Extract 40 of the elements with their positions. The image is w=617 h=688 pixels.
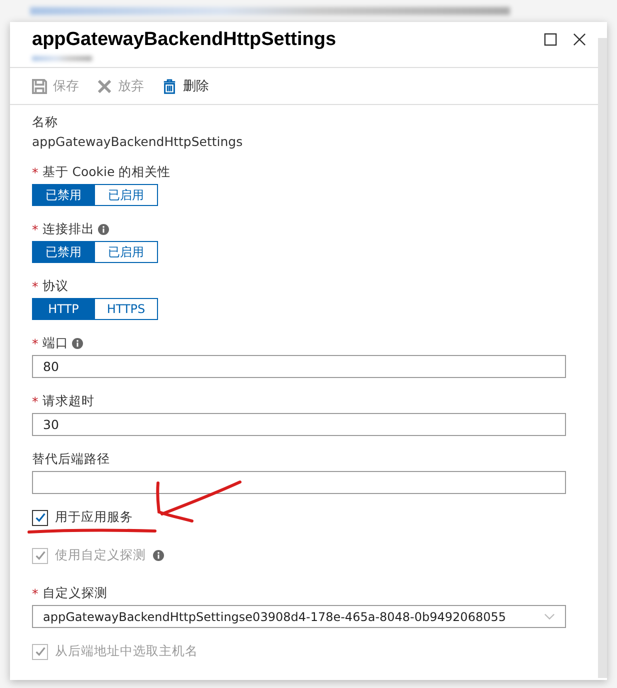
trash-icon [162, 78, 177, 94]
field-label: 连接排出 [42, 220, 94, 238]
input-field[interactable] [32, 471, 566, 494]
required-asterisk: * [32, 278, 38, 294]
toggle-option[interactable]: 已启用 [95, 184, 158, 206]
info-icon[interactable] [72, 338, 84, 348]
maximize-icon[interactable] [544, 33, 557, 46]
blurred-subtitle [32, 56, 92, 61]
scrollbar[interactable] [598, 38, 607, 678]
required-asterisk: * [32, 394, 38, 408]
info-icon[interactable] [98, 224, 110, 234]
close-icon[interactable] [573, 33, 586, 46]
cross-icon [97, 78, 112, 94]
dropdown-field[interactable]: appGatewayBackendHttpSettingse03908d4-178e-465a-8048-0b9492068055 [32, 605, 566, 628]
toggle-option[interactable]: 已启用 [95, 241, 158, 263]
checkbox[interactable] [32, 510, 48, 526]
field-label: 基于 Cookie 的相关性 [42, 164, 171, 180]
field-label: 协议 [42, 278, 68, 294]
required-asterisk: * [32, 222, 38, 236]
field-label: 自定义探测 [42, 584, 108, 602]
toggle-option[interactable]: HTTPS [95, 298, 158, 320]
field-label: 请求超时 [42, 392, 94, 410]
toggle-option[interactable]: HTTP [32, 298, 95, 320]
input-field[interactable]: 80 [32, 355, 566, 378]
save-icon [32, 78, 47, 94]
field-label: 端口 [42, 334, 68, 352]
toggle-option[interactable]: 已禁用 [32, 184, 95, 206]
checkbox-label: 使用自定义探测 [55, 547, 146, 564]
required-asterisk: * [32, 336, 38, 350]
field-value: appGatewayBackendHttpSettings [32, 134, 244, 149]
required-asterisk: * [32, 164, 38, 180]
input-field[interactable]: 30 [32, 413, 566, 436]
toggle-option[interactable]: 已禁用 [32, 241, 95, 263]
checkbox-label: 用于应用服务 [55, 509, 133, 526]
delete-button[interactable]: 删除 [162, 77, 209, 95]
checkbox-label: 从后端地址中选取主机名 [55, 643, 198, 660]
field-label: 替代后端路径 [32, 450, 110, 468]
field-label: 名称 [32, 114, 58, 130]
required-asterisk: * [32, 586, 38, 600]
panel-title: appGatewayBackendHttpSettings [32, 29, 338, 51]
